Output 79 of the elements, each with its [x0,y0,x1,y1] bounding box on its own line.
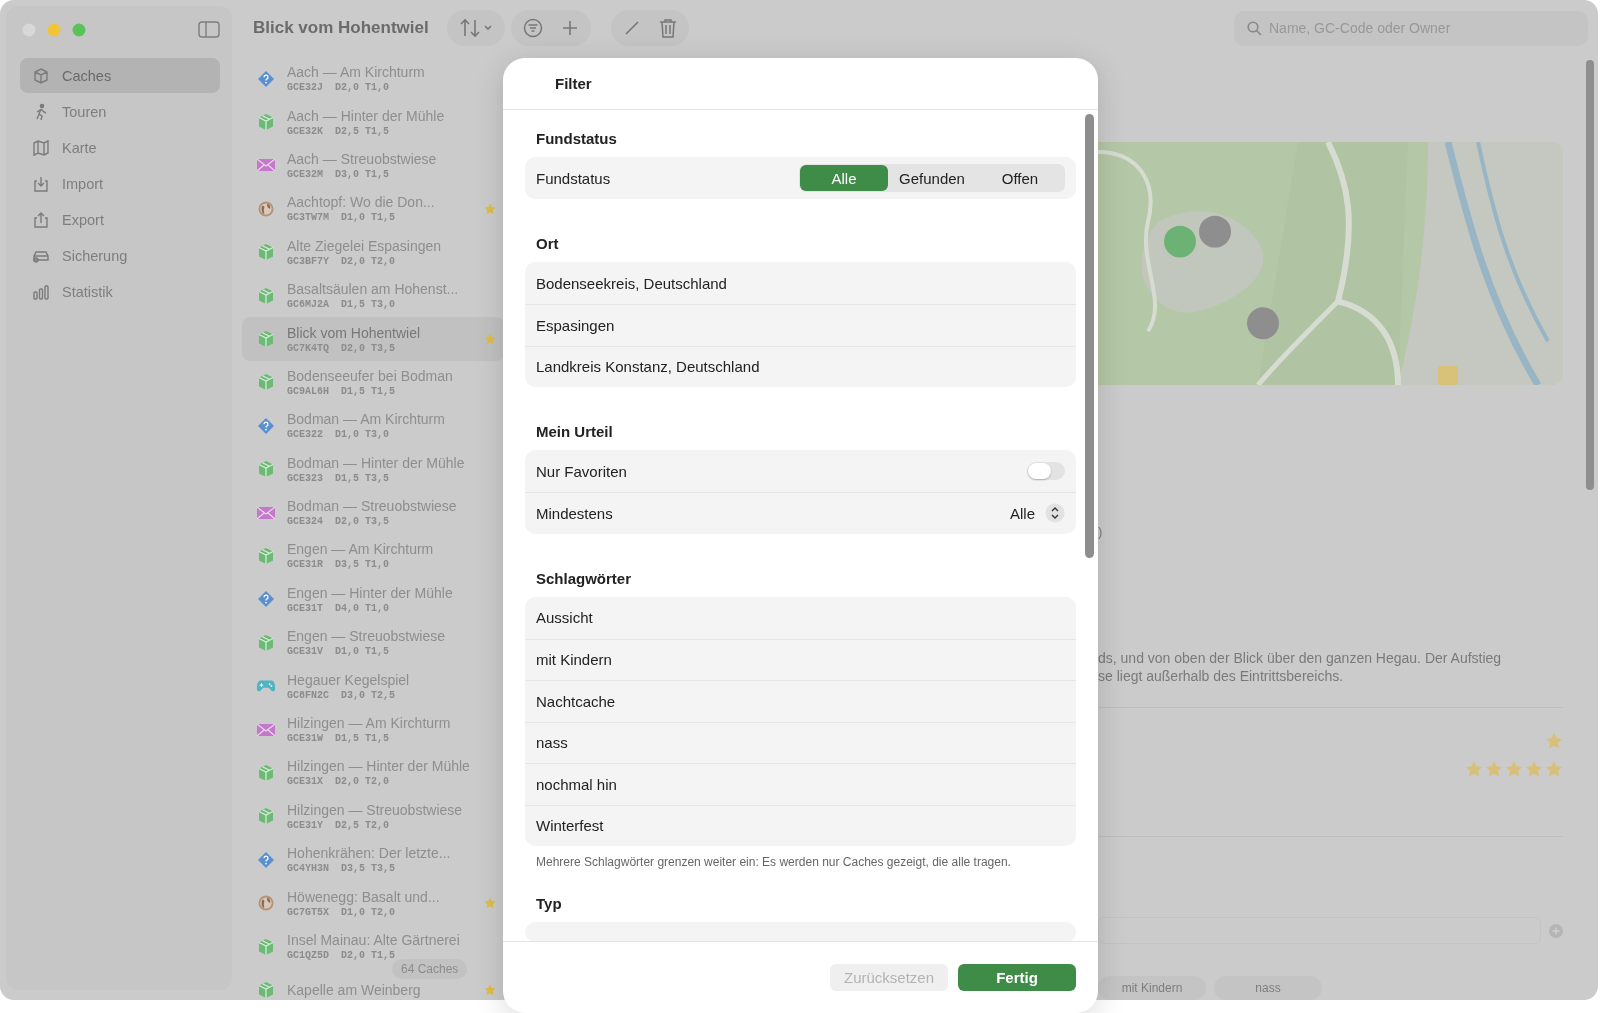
cache-title: Bodman — Am Kirchturm [287,411,446,428]
cache-title: Aach — Hinter der Mühle [287,107,446,124]
sidebar-item[interactable]: Statistik [20,274,220,309]
cache-title: Insel Mainau: Alte Gärtnerei [287,932,461,948]
description-text: ds, und von oben der Blick über den ganzen Hegau. Der Aufstieg [1098,649,1503,667]
sidebar-item[interactable]: Caches [20,58,220,93]
cache-code: GCE31Y D2,5 T2,0 [287,819,391,831]
cache-code: GC7GT5X D1,0 T2,0 [287,906,397,918]
cache-title: Blick vom Hohentwiel [287,324,422,341]
cache-title: Bodman — Streuobstwiese [287,498,458,515]
cache-code: GC4YH3N D3,5 T3,5 [287,863,397,875]
section-heading: Schlagwörter [535,568,633,589]
sidebar-item[interactable]: Import [20,166,220,201]
cache-code: GCE32M D3,0 T1,5 [287,168,391,180]
description-text: se liegt außerhalb des Eintrittsbereichs. [1098,667,1345,685]
cache-code: GCE31V D1,0 T1,5 [287,646,391,658]
sidebar-item[interactable]: Export [20,202,220,237]
cache-code: GCE322 D1,0 T3,0 [287,429,391,441]
cache-code: GC3BF7Y D2,0 T2,0 [287,255,397,267]
window-title: Blick vom Hohentwiel [253,18,429,38]
cache-title: Alte Ziegelei Espasingen [287,237,443,254]
list-option[interactable]: Landkreis Konstanz, Deutschland [536,358,760,376]
cache-title: Hilzingen — Streuobstwiese [287,801,464,818]
cache-title: Bodenseeufer bei Bodman [287,367,454,384]
tag-chip[interactable]: mit Kindern [1098,976,1206,1000]
cache-title: Höwenegg: Basalt und... [287,888,441,905]
list-option[interactable]: Espasingen [536,316,615,334]
row-label: Mindestens [536,504,613,522]
cache-code: GCE31X D2,0 T2,0 [287,776,391,788]
cache-code: GC6MJ2A D1,5 T3,0 [287,299,397,311]
row-label: Fundstatus [536,169,611,187]
row-label: Nur Favoriten [536,462,627,480]
section-heading: Fundstatus [535,129,618,149]
cache-title: Aach — Streuobstwiese [287,150,438,167]
cache-code: GCE31W D1,5 T1,5 [287,733,391,745]
hint-text: Mehrere Schlagwörter grenzen weiter ein: Es werden nur Caches gezeigt, die alle tragen. [535,855,1012,869]
detail-text: ) [1098,524,1103,539]
list-option[interactable]: Bodenseekreis, Deutschland [536,274,727,292]
cache-code: GCE32K D2,5 T1,5 [287,125,391,137]
cache-code: GCE323 D1,5 T3,5 [287,472,391,484]
list-option[interactable]: Aussicht [536,609,593,626]
sidebar-item[interactable]: Karte [20,130,220,165]
cache-title: Basaltsäulen am Hohenst... [287,281,460,298]
cache-code: GC1QZ5D D2,0 T1,5 [287,950,397,961]
cache-title: Aachtopf: Wo die Don... [287,194,436,211]
section-heading: Typ [535,894,563,914]
cache-title: Hilzingen — Hinter der Mühle [287,758,471,775]
segment-option[interactable]: Offen [976,165,1064,191]
list-option[interactable]: mit Kindern [536,651,612,669]
cache-title: Hilzingen — Am Kirchturm [287,715,452,732]
cache-code: GCE32J D2,0 T1,0 [287,82,391,94]
cache-title: Engen — Hinter der Mühle [287,584,454,601]
cache-title: Hohenkrähen: Der letzte... [287,845,452,862]
list-option[interactable]: Winterfest [536,817,604,835]
picker[interactable]: Alle [1010,503,1065,524]
section-heading: Ort [535,234,560,254]
cache-code: GC9AL6H D1,5 T1,5 [287,385,397,397]
cache-title: Engen — Am Kirchturm [287,541,435,558]
list-option[interactable]: Nachtcache [536,692,616,710]
cache-title: Hegauer Kegelspiel [287,671,411,688]
segment-option[interactable]: Gefunden [888,165,976,191]
cache-code: GCE31T D4,0 T1,0 [287,602,391,614]
cache-title: Bodman — Hinter der Mühle [287,454,466,471]
cache-title: Aach — Am Kirchturm [287,64,426,81]
list-option[interactable]: nochmal hin [536,775,617,793]
cache-code: GCE324 D2,0 T3,5 [287,516,391,528]
segment-option[interactable]: Alle [800,165,888,191]
cache-code: GC3TW7M D1,0 T1,5 [287,212,397,224]
sidebar-item[interactable]: Touren [20,94,220,129]
cache-code: GC8FN2C D3,0 T2,5 [287,689,397,701]
tag-chip[interactable]: nass [1214,976,1322,1000]
cache-code: GCE31R D3,5 T1,0 [287,559,391,571]
dialog-title: Filter [555,75,592,92]
cache-title: Engen — Streuobstwiese [287,628,446,645]
cache-title: Kapelle am Weinberg [287,981,422,998]
done-button[interactable]: Fertig [958,964,1076,991]
sidebar-item[interactable]: Sicherung [20,238,220,273]
section-heading: Mein Urteil [535,422,614,442]
list-option[interactable]: nass [536,734,568,752]
